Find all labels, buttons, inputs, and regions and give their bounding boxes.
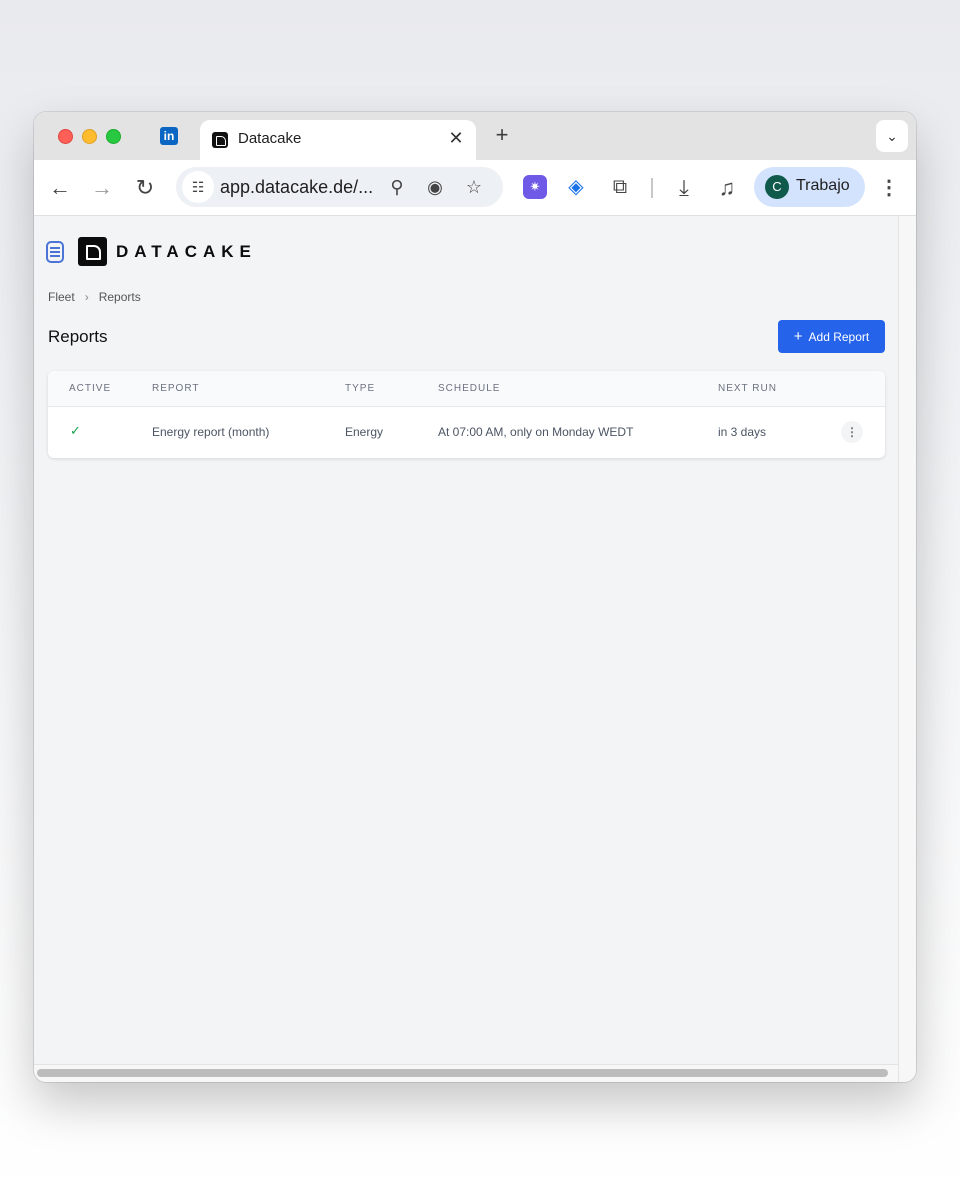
column-header-schedule: SCHEDULE (438, 383, 501, 394)
row-menu-icon[interactable]: ⋮ (841, 421, 863, 443)
toolbar-divider (651, 178, 653, 198)
browser-window: in Datacake ✕ + ⌄ ← → ↻ ☷ app.datacake.d… (34, 112, 916, 1082)
maximize-window-button[interactable] (106, 129, 121, 144)
address-bar[interactable]: ☷ app.datacake.de/... ⚲ ◉ ☆ (176, 167, 503, 207)
browser-toolbar: ← → ↻ ☷ app.datacake.de/... ⚲ ◉ ☆ ✷ ◈ ⧉ … (34, 160, 916, 216)
extension-sparkle-icon[interactable]: ✷ (523, 175, 547, 199)
close-tab-icon[interactable]: ✕ (446, 128, 466, 148)
chevron-right-icon: › (84, 290, 89, 304)
breadcrumb-reports[interactable]: Reports (99, 290, 141, 304)
page-content: DATACAKE Fleet › Reports Reports + Add R… (34, 216, 898, 1066)
column-header-active: ACTIVE (69, 383, 112, 394)
extensions-puzzle-icon[interactable]: ⧉ (608, 175, 632, 199)
column-header-type: TYPE (345, 383, 376, 394)
new-tab-button[interactable]: + (490, 124, 514, 148)
vertical-scrollbar[interactable] (898, 216, 916, 1082)
linkedin-icon[interactable]: in (160, 127, 178, 145)
add-report-label: Add Report (808, 329, 870, 344)
active-check-icon: ✓ (70, 423, 81, 438)
page-title: Reports (48, 327, 108, 346)
table-row[interactable]: ✓ Energy report (month) Energy At 07:00 … (48, 407, 885, 458)
horizontal-scrollbar-thumb[interactable] (37, 1069, 888, 1077)
column-header-next-run: NEXT RUN (718, 383, 777, 394)
browser-menu-icon[interactable]: ⋮ (877, 174, 901, 202)
zoom-icon[interactable]: ⚲ (385, 175, 409, 199)
close-window-button[interactable] (58, 129, 73, 144)
tracking-eye-icon[interactable]: ◉ (423, 175, 447, 199)
avatar: C (765, 175, 789, 199)
download-icon[interactable]: ⤓ (670, 174, 698, 202)
table-header: ACTIVE REPORT TYPE SCHEDULE NEXT RUN (48, 371, 885, 407)
report-next-run: in 3 days (718, 425, 767, 439)
reports-table: ACTIVE REPORT TYPE SCHEDULE NEXT RUN ✓ E… (48, 371, 885, 458)
column-header-report: REPORT (152, 383, 200, 394)
report-schedule: At 07:00 AM, only on Monday WEDT (438, 425, 634, 439)
breadcrumb: Fleet › Reports (48, 290, 141, 304)
add-report-button[interactable]: + Add Report (778, 320, 885, 353)
datacake-logo-icon[interactable] (78, 237, 107, 266)
bookmark-star-icon[interactable]: ☆ (462, 175, 486, 199)
datacake-icon (212, 132, 228, 148)
back-icon[interactable]: ← (46, 174, 74, 202)
horizontal-scrollbar[interactable] (34, 1064, 898, 1082)
profile-name: Trabajo (796, 177, 850, 194)
report-type: Energy (345, 425, 384, 439)
site-info-icon[interactable]: ☷ (182, 171, 214, 203)
tab-datacake[interactable]: Datacake ✕ (200, 120, 476, 160)
tab-search-icon[interactable]: ⌄ (876, 120, 908, 152)
logo-text[interactable]: DATACAKE (116, 242, 257, 262)
report-name[interactable]: Energy report (month) (152, 425, 269, 439)
breadcrumb-fleet[interactable]: Fleet (48, 290, 75, 304)
url-text[interactable]: app.datacake.de/... (220, 177, 373, 198)
tab-title: Datacake (238, 130, 302, 147)
extension-tag-icon[interactable]: ◈ (564, 175, 588, 199)
sidebar-toggle-icon[interactable] (46, 241, 64, 263)
minimize-window-button[interactable] (82, 129, 97, 144)
profile-button[interactable]: C Trabajo (754, 167, 865, 207)
tab-strip: in Datacake ✕ + ⌄ (34, 112, 916, 160)
reload-icon[interactable]: ↻ (131, 174, 159, 202)
plus-icon: + (793, 328, 803, 345)
media-control-icon[interactable]: ♫ (713, 174, 741, 202)
forward-icon[interactable]: → (88, 174, 116, 202)
